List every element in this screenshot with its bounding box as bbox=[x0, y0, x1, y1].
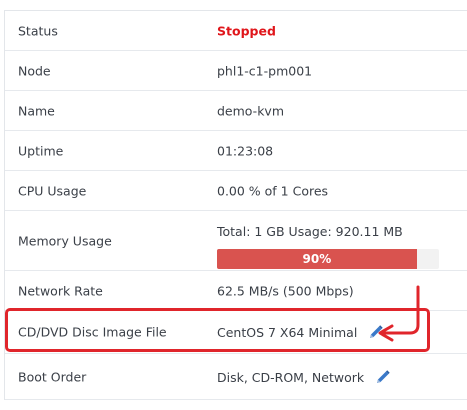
boot-value: Disk, CD-ROM, Network bbox=[217, 369, 365, 385]
row-cpu: CPU Usage 0.00 % of 1 Cores bbox=[5, 171, 467, 211]
cpu-value: 0.00 % of 1 Cores bbox=[217, 183, 329, 198]
annotation-highlight-box bbox=[5, 308, 430, 352]
cpu-label: CPU Usage bbox=[18, 183, 87, 198]
name-label: Name bbox=[18, 103, 55, 118]
pencil-icon[interactable] bbox=[375, 369, 391, 385]
memory-label: Memory Usage bbox=[18, 233, 112, 248]
uptime-value: 01:23:08 bbox=[217, 143, 274, 158]
annotation-arrow-icon bbox=[378, 285, 420, 342]
row-status: Status Stopped bbox=[5, 11, 467, 51]
row-boot: Boot Order Disk, CD-ROM, Network bbox=[5, 354, 467, 400]
memory-progress-bar: 90% bbox=[217, 249, 439, 269]
row-node: Node phl1-c1-pm001 bbox=[5, 51, 467, 91]
name-value: demo-kvm bbox=[217, 103, 285, 118]
status-value: Stopped bbox=[217, 23, 276, 38]
boot-value-wrap: Disk, CD-ROM, Network bbox=[217, 369, 391, 385]
network-label: Network Rate bbox=[18, 283, 103, 298]
memory-progress-fill: 90% bbox=[217, 249, 417, 269]
row-memory: Memory Usage Total: 1 GB Usage: 920.11 M… bbox=[5, 211, 467, 271]
network-value: 62.5 MB/s (500 Mbps) bbox=[217, 283, 354, 298]
memory-total-text: Total: 1 GB Usage: 920.11 MB bbox=[217, 224, 403, 239]
status-label: Status bbox=[18, 23, 58, 38]
boot-label: Boot Order bbox=[18, 369, 87, 384]
row-uptime: Uptime 01:23:08 bbox=[5, 131, 467, 171]
node-label: Node bbox=[18, 63, 51, 78]
uptime-label: Uptime bbox=[18, 143, 64, 158]
node-value: phl1-c1-pm001 bbox=[217, 63, 313, 78]
row-name: Name demo-kvm bbox=[5, 91, 467, 131]
